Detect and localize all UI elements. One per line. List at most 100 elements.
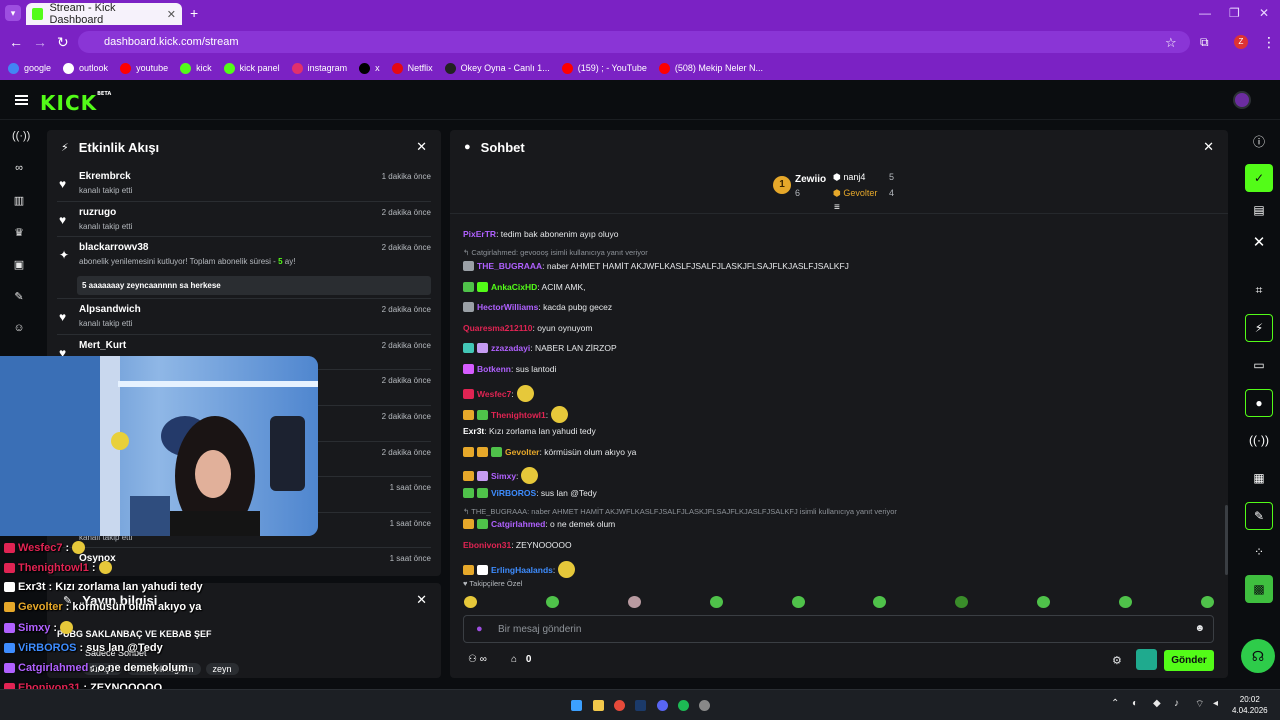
mic-icon[interactable]: ● xyxy=(476,623,483,635)
forward-icon[interactable]: → xyxy=(33,34,47,50)
bookmark-item[interactable]: outlook xyxy=(63,62,108,74)
obs-icon[interactable] xyxy=(699,700,710,711)
leader-1-name[interactable]: Zewiio xyxy=(795,174,826,185)
chat-username[interactable]: HectorWilliams xyxy=(477,302,538,312)
chat-message[interactable]: PixErTR: tedim bak abonenim ayıp oluyo xyxy=(463,229,618,239)
activity-item[interactable]: ♥ Ekrembrck kanalı takip etti 1 dakika önce xyxy=(57,166,431,202)
layout-icon[interactable]: ▤ xyxy=(1245,196,1273,224)
bookmark-item[interactable]: Netflix xyxy=(391,62,433,74)
activity-close-icon[interactable]: ✕ xyxy=(416,139,427,155)
tab-close-icon[interactable]: ✕ xyxy=(167,8,176,21)
extensions-icon[interactable]: ⧉ xyxy=(1200,35,1209,50)
info-icon[interactable]: ⓘ xyxy=(1245,127,1273,155)
chat-message[interactable]: Gevolter: körmüsün olum akıyo ya xyxy=(463,447,636,457)
bookmark-item[interactable]: Okey Oyna - Canlı 1... xyxy=(444,62,550,74)
send-button[interactable]: Gönder xyxy=(1164,650,1214,671)
chat-username[interactable]: Wesfec7 xyxy=(477,389,511,399)
emote-icon[interactable] xyxy=(1200,596,1214,608)
trophy-icon[interactable]: ♛ xyxy=(12,226,26,240)
browser-menu-icon[interactable]: ⋮ xyxy=(1262,34,1276,51)
wrench-icon[interactable]: ✎ xyxy=(12,290,26,304)
bookmark-item[interactable]: instagram xyxy=(291,62,347,74)
bookmark-item[interactable]: (508) Mekip Neler N... xyxy=(658,62,763,74)
chat-scrollbar[interactable] xyxy=(1225,505,1228,575)
chat-message[interactable]: Ebonivon31: ZEYNOOOOO xyxy=(463,540,572,550)
emoji-icon[interactable]: ☻ xyxy=(1194,623,1205,634)
chat-message[interactable]: Catgirlahmed: o ne demek olum xyxy=(463,519,615,529)
users-icon[interactable]: ☺ xyxy=(12,322,26,336)
emote-icon[interactable] xyxy=(1037,596,1051,608)
notes-icon[interactable]: ▭ xyxy=(1245,351,1273,379)
steam-icon[interactable] xyxy=(635,700,646,711)
activity-user[interactable]: blackarrowv38 xyxy=(79,242,149,253)
maximize-icon[interactable]: ❐ xyxy=(1229,6,1240,20)
chat-username[interactable]: Thenightowl1 xyxy=(491,410,546,420)
viewers-count[interactable]: ⚇ ∞ xyxy=(468,654,487,665)
chat-toggle-icon[interactable]: ● xyxy=(1245,389,1273,417)
chat-username[interactable]: Exr3t xyxy=(463,426,484,436)
url-bar[interactable]: dashboard.kick.com/stream xyxy=(78,31,1190,53)
emote-icon[interactable] xyxy=(791,596,805,608)
chat-username[interactable]: PixErTR xyxy=(463,229,496,239)
leaderboard-expand-icon[interactable]: ≡ xyxy=(834,202,840,213)
chat-message[interactable]: Exr3t: Kızı zorlama lan yahudi tedy xyxy=(463,426,596,436)
chat-message[interactable]: Botkenn: sus lantodi xyxy=(463,364,556,374)
steam-tray-icon[interactable]: ◆ xyxy=(1153,698,1161,709)
taskbar-clock[interactable]: 20:02 4.04.2026 xyxy=(1232,694,1268,716)
tab-search-icon[interactable]: ▾ xyxy=(5,5,21,21)
activity-item[interactable]: ♥ ruzrugo kanalı takip etti 2 dakika önce xyxy=(57,202,431,238)
share-icon[interactable]: ⁘ xyxy=(1245,538,1273,566)
chat-username[interactable]: ViRBOROS xyxy=(491,488,536,498)
volume-icon[interactable]: ◂ xyxy=(1213,698,1218,709)
chat-message[interactable]: ErlingHaalands: xyxy=(463,561,576,578)
chat-message[interactable]: AnkaCixHD: ACIM AMK, xyxy=(463,282,585,292)
stream-tag[interactable]: zeyn xyxy=(205,663,239,675)
chat-message[interactable]: Quaresma212110: oyun oynuyom xyxy=(463,323,593,333)
chat-username[interactable]: AnkaCixHD xyxy=(491,282,537,292)
chat-message[interactable]: ViRBOROS: sus lan @Tedy xyxy=(463,488,597,498)
activity-toggle-icon[interactable]: ⚡ xyxy=(1245,314,1273,342)
activity-user[interactable]: Mert_Kurt xyxy=(79,340,126,351)
emote-icon[interactable] xyxy=(464,596,477,608)
chat-message[interactable]: Wesfec7: xyxy=(463,385,534,402)
leader-3[interactable]: ⬢ Gevolter xyxy=(833,188,877,199)
emote-icon[interactable] xyxy=(873,596,887,608)
activity-item[interactable]: ✦ blackarrowv38 abonelik yenilemesini kutl… xyxy=(57,237,431,300)
bookmark-item[interactable]: google xyxy=(8,62,51,74)
link-icon[interactable]: ∞ xyxy=(12,162,26,176)
window-close-icon[interactable]: ✕ xyxy=(1259,6,1269,20)
start-icon[interactable] xyxy=(571,700,582,711)
video-icon[interactable]: ▣ xyxy=(12,258,26,272)
mic-tray-icon[interactable]: ♪ xyxy=(1174,698,1179,709)
chat-username[interactable]: Gevolter xyxy=(505,447,540,457)
back-icon[interactable]: ← xyxy=(9,34,23,50)
expand-icon[interactable]: ⌗ xyxy=(1245,276,1273,304)
chat-username[interactable]: Ebonivon31 xyxy=(463,540,511,550)
minimize-icon[interactable]: — xyxy=(1199,6,1211,20)
kick-bot-icon[interactable] xyxy=(1136,649,1157,670)
emote-icon[interactable] xyxy=(955,596,969,608)
chat-username[interactable]: zzazadayi xyxy=(491,343,530,353)
browser-tab[interactable]: Stream - Kick Dashboard ✕ xyxy=(26,2,182,26)
chat-username[interactable]: THE_BUGRAAA xyxy=(477,261,542,271)
chat-username[interactable]: Simxy xyxy=(491,471,516,481)
emote-icon[interactable] xyxy=(545,596,559,608)
emote-icon[interactable] xyxy=(627,596,641,608)
clip-icon[interactable]: ▦ xyxy=(1245,464,1273,492)
tray-expand-icon[interactable]: ⌃ xyxy=(1111,698,1119,709)
check-icon[interactable]: ✓ xyxy=(1245,164,1273,192)
chat-settings-icon[interactable]: ⚙ xyxy=(1112,654,1122,667)
chat-username[interactable]: ErlingHaalands xyxy=(491,565,553,575)
chat-username[interactable]: Botkenn xyxy=(477,364,511,374)
network-icon[interactable]: ◐ xyxy=(1132,698,1138,709)
chat-message[interactable]: Simxy: xyxy=(463,467,539,484)
stream-icon[interactable]: ((·)) xyxy=(12,130,30,144)
emote-icon[interactable] xyxy=(709,596,723,608)
chat-username[interactable]: Catgirlahmed xyxy=(491,519,545,529)
discord-icon[interactable] xyxy=(657,700,668,711)
bookmark-item[interactable]: kick panel xyxy=(223,62,280,74)
support-icon[interactable]: ☊ xyxy=(1241,639,1275,673)
broadcast-icon[interactable]: ((·)) xyxy=(1245,426,1273,454)
bookmark-item[interactable]: youtube xyxy=(120,62,168,74)
chat-message[interactable]: zzazadayi: NABER LAN ZİRZOP xyxy=(463,343,617,353)
